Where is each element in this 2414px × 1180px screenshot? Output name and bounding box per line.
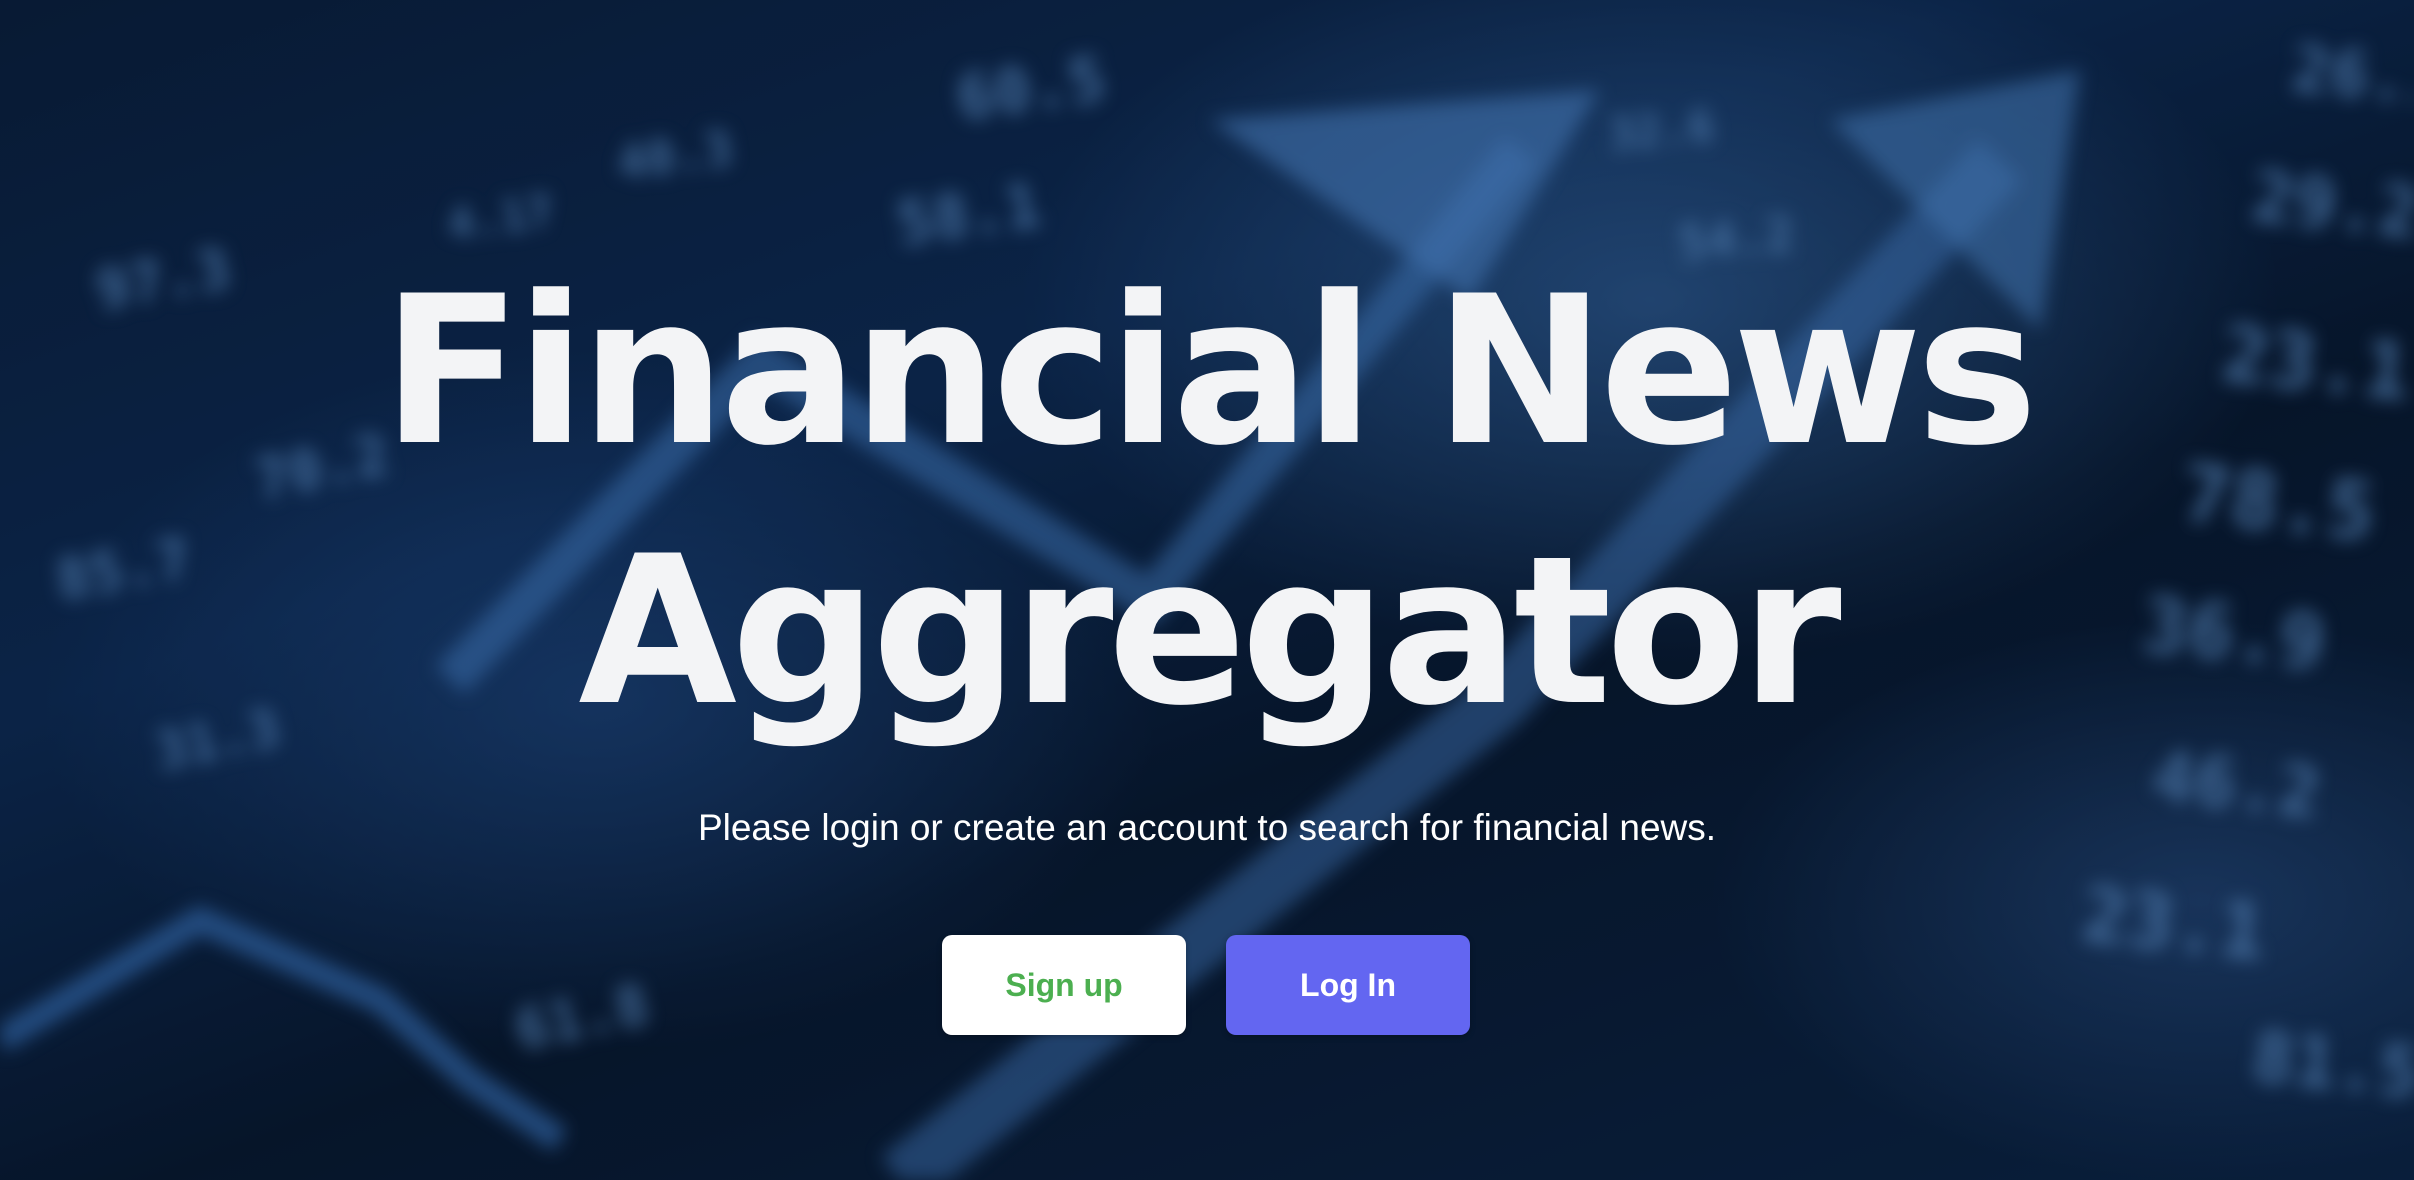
- hero-content: Financial News Aggregator Please login o…: [0, 0, 2414, 1180]
- signup-button[interactable]: Sign up: [942, 935, 1186, 1035]
- hero-subtitle: Please login or create an account to sea…: [697, 807, 1717, 848]
- login-button[interactable]: Log In: [1226, 935, 1470, 1035]
- page-title-line-1: Financial News: [381, 253, 2038, 491]
- hero-section: 60.5 58.1 29.2 23.1 78.5 36.9 46.2 23.1 81.5 26.3…: [0, 0, 2414, 1180]
- page-title-line-2: Aggregator: [578, 513, 1841, 751]
